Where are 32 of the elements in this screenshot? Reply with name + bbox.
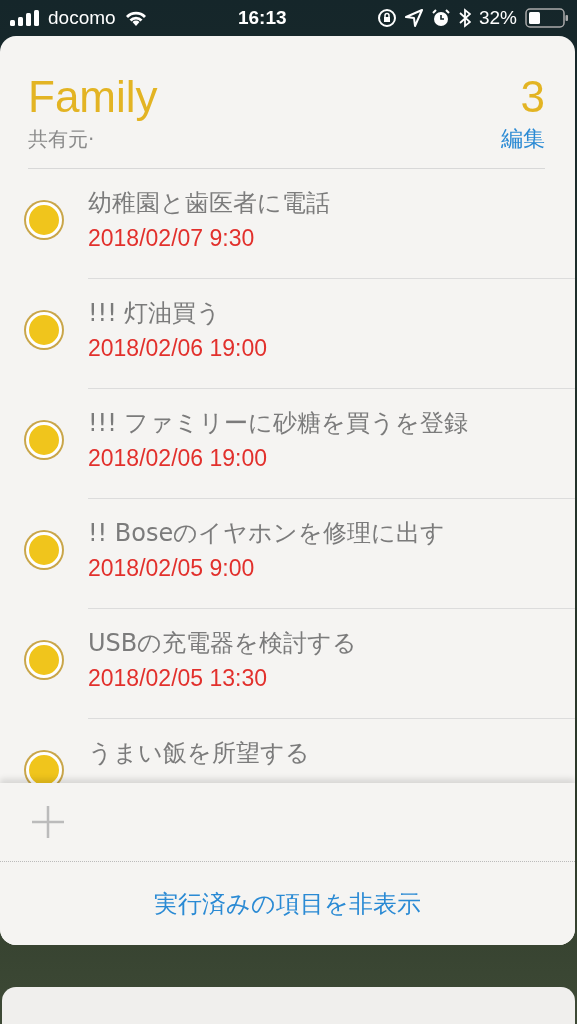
- reminder-title: !!! ファミリーに砂糖を買うを登録: [88, 408, 470, 439]
- due-date: 2018/02/05 13:30: [88, 665, 269, 692]
- checkbox-circle-icon[interactable]: [26, 312, 62, 348]
- reminder-title: !! Boseのイヤホンを修理に出す: [88, 518, 447, 549]
- battery-icon: [525, 8, 569, 28]
- item-count: 3: [520, 72, 545, 122]
- due-date: 2018/02/06 19:00: [88, 335, 269, 362]
- due-date: 2018/02/07 9:30: [88, 225, 256, 252]
- checkbox-circle-icon[interactable]: [26, 202, 62, 238]
- signal-icon: [10, 10, 40, 26]
- due-date: 2018/02/05 9:00: [88, 555, 256, 582]
- reminder-title: 幼稚園と歯医者に電話: [88, 188, 331, 219]
- due-date: 2018/02/06 19:00: [88, 445, 269, 472]
- battery-percent: 32%: [478, 7, 517, 29]
- alarm-icon: [430, 8, 451, 28]
- checkbox-circle-icon[interactable]: [26, 752, 62, 783]
- edit-button[interactable]: 編集: [501, 124, 545, 154]
- add-icon[interactable]: [30, 804, 66, 840]
- list-title: Family: [28, 72, 158, 122]
- clock-time: 16:13: [238, 7, 287, 29]
- shared-by-label: 共有元·: [28, 125, 95, 153]
- carrier-name: docomo: [48, 7, 116, 29]
- hide-completed-button[interactable]: 実行済みの項目を非表示: [154, 887, 421, 920]
- reminder-title: USBの充電器を検討する: [88, 628, 359, 659]
- reminder-title: うまい飯を所望する: [88, 738, 311, 769]
- checkbox-circle-icon[interactable]: [26, 532, 62, 568]
- rotation-lock-icon: [376, 8, 397, 28]
- checkbox-circle-icon[interactable]: [26, 642, 62, 678]
- reminder-title: !!! 灯油買う: [88, 298, 223, 329]
- checkbox-circle-icon[interactable]: [26, 422, 62, 458]
- bluetooth-icon: [458, 8, 471, 28]
- location-icon: [404, 9, 423, 27]
